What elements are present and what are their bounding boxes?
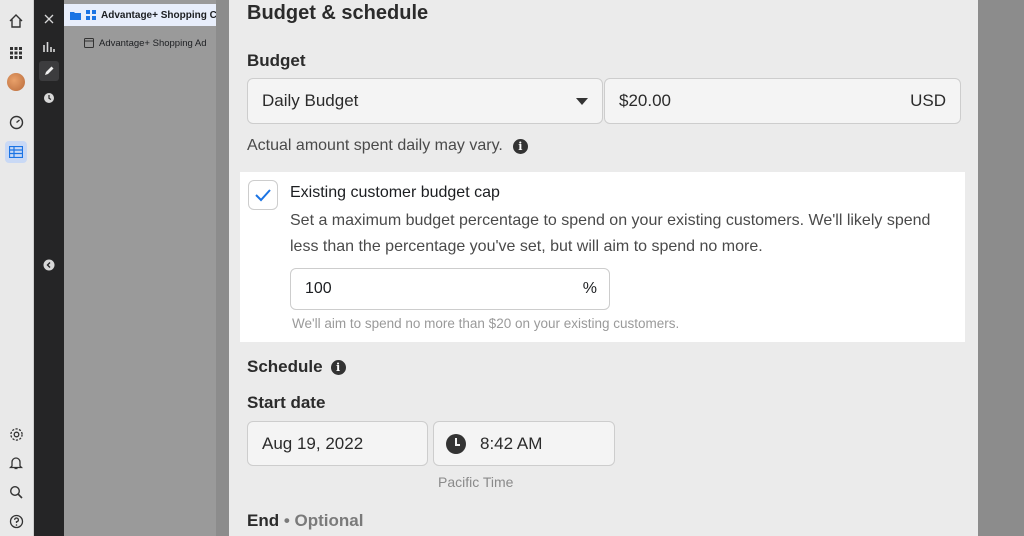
currency-label: USD [910,91,946,110]
caret-down-icon [576,97,588,105]
chart-bars-icon[interactable] [39,36,59,56]
help-icon[interactable] [5,510,27,532]
editor-tool-strip [34,0,64,536]
ads-manager-table-icon[interactable] [5,141,27,163]
budget-label: Budget [247,51,306,70]
section-title: Budget & schedule [247,2,429,24]
settings-gear-icon[interactable] [5,423,27,445]
left-nav-rail [0,0,34,536]
schedule-label: Schedule [247,357,323,376]
start-time-input[interactable]: 8:42 AM [433,421,615,466]
budget-amount-value: $20.00 [619,91,671,110]
clock-icon [446,433,466,454]
start-date-label: Start date [247,393,326,412]
close-icon[interactable] [39,9,59,29]
end-label: End [247,511,280,530]
grid-icon [86,10,96,20]
schedule-info-icon[interactable]: i [330,359,346,375]
campaign-tree-panel: Advantage+ Shopping Campaign Advantage+ … [64,0,216,536]
home-icon[interactable] [5,10,27,32]
budget-cap-description: Set a maximum budget percentage to spend… [290,212,931,255]
start-time-value: 8:42 AM [480,433,543,453]
avatar[interactable] [7,73,25,91]
percent-unit: % [582,280,597,297]
budget-cap-percentage-value: 100 [305,280,332,297]
tree-item-ad[interactable]: Advantage+ Shopping Ad [84,32,207,54]
info-icon[interactable]: i [512,138,528,154]
end-optional-label: • Optional [283,511,364,530]
apps-grid-icon[interactable] [5,42,27,64]
history-clock-icon[interactable] [39,88,59,108]
budget-cap-hint: We'll aim to spend no more than $20 on y… [292,316,680,331]
start-date-value: Aug 19, 2022 [262,433,364,453]
tree-item-ad-label: Advantage+ Shopping Ad [99,37,207,49]
budget-cap-checkbox[interactable] [248,180,278,210]
dashboard-gauge-icon[interactable] [5,111,27,133]
budget-amount-input[interactable]: $20.00 USD [604,78,961,124]
customer-budget-cap-panel: Existing customer budget cap Set a maxim… [240,172,965,342]
budget-cap-title: Existing customer budget cap [290,184,500,201]
edit-pencil-icon[interactable] [39,61,59,81]
budget-cap-percentage-input[interactable]: 100 % [290,268,610,310]
tree-item-campaign-label: Advantage+ Shopping Campaign [101,9,216,21]
folder-icon [70,11,81,20]
end-date-heading: End • Optional [247,511,363,531]
budget-hint: Actual amount spent daily may vary. i [247,137,528,155]
start-date-input[interactable]: Aug 19, 2022 [247,421,428,466]
checkmark-icon [255,189,271,202]
timezone-label: Pacific Time [438,474,514,490]
schedule-heading: Schedule i [247,357,346,377]
search-icon[interactable] [5,481,27,503]
ad-icon [84,38,94,48]
budget-type-value: Daily Budget [262,91,359,110]
notifications-bell-icon[interactable] [5,452,27,474]
budget-hint-text: Actual amount spent daily may vary. [247,137,503,154]
tree-item-campaign[interactable]: Advantage+ Shopping Campaign [64,4,216,26]
budget-type-dropdown[interactable]: Daily Budget [247,78,603,124]
collapse-chevron-left-icon[interactable] [39,255,59,275]
